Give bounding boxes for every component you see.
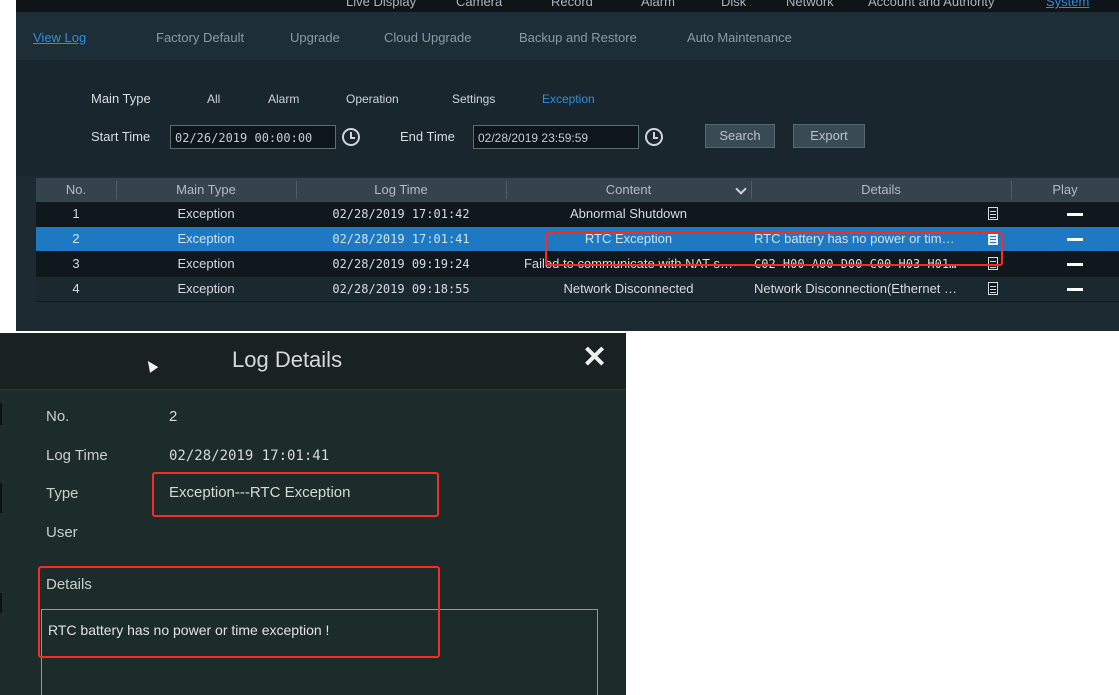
- menu-record[interactable]: Record: [551, 0, 593, 9]
- no-value: 2: [169, 408, 178, 425]
- menu-camera[interactable]: Camera: [456, 0, 502, 9]
- cell-main-type: Exception: [177, 231, 235, 246]
- type-option-alarm[interactable]: Alarm: [268, 92, 299, 106]
- tab-factory-default[interactable]: Factory Default: [156, 30, 244, 45]
- col-content[interactable]: Content: [506, 178, 751, 202]
- edge-mark: [0, 403, 2, 425]
- type-label: Type: [46, 485, 79, 502]
- dialog-title: Log Details: [232, 347, 343, 372]
- close-icon[interactable]: ✕: [582, 343, 607, 373]
- log-view-panel: Live Display Camera Record Alarm Disk Ne…: [16, 0, 1119, 331]
- type-option-settings[interactable]: Settings: [452, 92, 495, 106]
- cell-log-time: 02/28/2019 09:18:55: [332, 282, 470, 296]
- cell-no: 1: [72, 206, 80, 221]
- main-type-label: Main Type: [91, 91, 151, 106]
- menu-account-authority[interactable]: Account and Authority: [868, 0, 994, 9]
- cell-main-type: Exception: [177, 206, 235, 221]
- cell-no: 3: [72, 256, 80, 271]
- menu-disk[interactable]: Disk: [721, 0, 746, 9]
- cell-details: [754, 202, 982, 226]
- table-header: No. Main Type Log Time Content Details P…: [36, 178, 1119, 202]
- highlight-box-details: [38, 566, 440, 658]
- cell-log-time: 02/28/2019 17:01:42: [332, 207, 470, 221]
- tab-upgrade[interactable]: Upgrade: [290, 30, 340, 45]
- details-document-icon[interactable]: [988, 282, 998, 295]
- edge-mark: [0, 593, 2, 613]
- cell-no: 2: [72, 231, 80, 246]
- play-unavailable-icon[interactable]: [1067, 288, 1083, 291]
- type-option-operation[interactable]: Operation: [346, 92, 399, 106]
- log-time-label: Log Time: [46, 447, 108, 464]
- main-menu-bar: Live Display Camera Record Alarm Disk Ne…: [16, 0, 1119, 12]
- log-time-value: 02/28/2019 17:01:41: [169, 448, 330, 464]
- start-time-input[interactable]: 02/26/2019 00:00:00: [170, 125, 336, 149]
- user-label: User: [46, 524, 78, 541]
- menu-alarm[interactable]: Alarm: [641, 0, 675, 9]
- tab-cloud-upgrade[interactable]: Cloud Upgrade: [384, 30, 471, 45]
- cell-no: 4: [72, 281, 80, 296]
- play-unavailable-icon[interactable]: [1067, 213, 1083, 216]
- log-details-dialog: Log Details ✕ No. 2 Log Time 02/28/2019 …: [0, 333, 626, 695]
- col-no[interactable]: No.: [36, 178, 116, 202]
- menu-network[interactable]: Network: [786, 0, 834, 9]
- col-details[interactable]: Details: [751, 178, 1011, 202]
- system-sub-tabs: View Log Factory Default Upgrade Cloud U…: [16, 12, 1119, 61]
- menu-system[interactable]: System: [1046, 0, 1089, 9]
- highlight-box-type: [152, 472, 439, 517]
- end-clock-icon[interactable]: [645, 128, 663, 146]
- cell-main-type: Exception: [177, 256, 235, 271]
- cell-main-type: Exception: [177, 281, 235, 296]
- menu-live-display[interactable]: Live Display: [346, 0, 416, 9]
- tab-view-log[interactable]: View Log: [33, 30, 86, 45]
- end-time-input[interactable]: 02/28/2019 23:59:59: [473, 125, 639, 149]
- table-row[interactable]: 4 Exception 02/28/2019 09:18:55 Network …: [36, 277, 1119, 302]
- tab-backup-restore[interactable]: Backup and Restore: [519, 30, 637, 45]
- search-button[interactable]: Search: [705, 124, 775, 148]
- details-document-icon[interactable]: [988, 207, 998, 220]
- start-time-label: Start Time: [91, 129, 151, 144]
- mouse-cursor-icon: [143, 358, 159, 373]
- dialog-header: Log Details ✕: [0, 333, 626, 390]
- cell-log-time: 02/28/2019 17:01:41: [332, 232, 470, 246]
- cell-log-time: 02/28/2019 09:19:24: [332, 257, 470, 271]
- end-time-label: End Time: [400, 129, 455, 144]
- highlight-box-row: [545, 232, 1003, 266]
- col-main-type[interactable]: Main Type: [116, 178, 296, 202]
- cell-details: Network Disconnection(Ethernet …: [754, 281, 958, 296]
- tab-auto-maintenance[interactable]: Auto Maintenance: [687, 30, 792, 45]
- table-row[interactable]: 1 Exception 02/28/2019 17:01:42 Abnormal…: [36, 202, 1119, 227]
- no-label: No.: [46, 408, 70, 425]
- col-log-time[interactable]: Log Time: [296, 178, 506, 202]
- type-option-all[interactable]: All: [207, 92, 220, 106]
- edge-mark: [0, 483, 2, 513]
- log-filter: Main Type All Alarm Operation Settings E…: [16, 60, 1119, 176]
- play-unavailable-icon[interactable]: [1067, 263, 1083, 266]
- export-button[interactable]: Export: [793, 124, 865, 148]
- type-option-exception[interactable]: Exception: [542, 92, 595, 106]
- cell-content: Network Disconnected: [563, 281, 694, 296]
- col-play[interactable]: Play: [1011, 178, 1119, 202]
- start-clock-icon[interactable]: [342, 128, 360, 146]
- cell-content: Abnormal Shutdown: [569, 206, 688, 221]
- play-unavailable-icon[interactable]: [1067, 238, 1083, 241]
